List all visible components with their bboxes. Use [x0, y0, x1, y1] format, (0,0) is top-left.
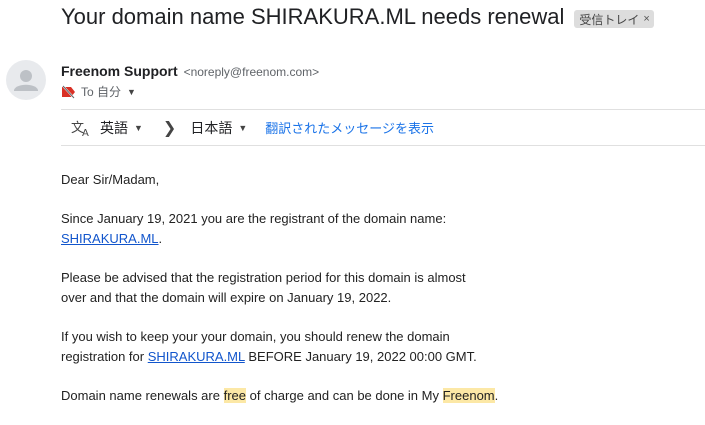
recipient-text: To 自分	[81, 85, 122, 99]
subject-row: Your domain name SHIRAKURA.ML needs rene…	[61, 4, 654, 30]
paragraph-renew: If you wish to keep your your domain, yo…	[61, 329, 477, 364]
show-details-dropdown-icon[interactable]: ▼	[127, 87, 136, 97]
source-language-label: 英語	[100, 119, 128, 136]
paragraph-registrant: Since January 19, 2021 you are the regis…	[61, 211, 447, 246]
remove-label-button[interactable]: ×	[643, 13, 649, 25]
svg-text:A: A	[82, 128, 89, 137]
chevron-right-icon: ❯	[162, 119, 177, 137]
sender-name[interactable]: Freenom Support	[61, 63, 178, 79]
email-subject: Your domain name SHIRAKURA.ML needs rene…	[61, 4, 565, 29]
paragraph-expiry: Please be advised that the registration …	[61, 270, 466, 305]
important-tag-icon[interactable]	[61, 84, 77, 99]
inbox-label-text: 受信トレイ	[579, 12, 640, 27]
translate-icon: 文 A	[70, 117, 92, 139]
translate-bar: 文 A 英語 ▼ ❯ 日本語 ▼ 翻訳されたメッセージを表示	[61, 109, 705, 146]
recipient-row: To 自分 ▼	[61, 83, 136, 100]
sender-email: <noreply@freenom.com>	[183, 65, 320, 79]
dropdown-icon: ▼	[238, 122, 248, 133]
person-avatar-icon	[14, 70, 38, 91]
email-body: Dear Sir/Madam, Since January 19, 2021 y…	[61, 170, 701, 425]
target-language-select[interactable]: 日本語 ▼	[190, 118, 247, 138]
source-language-select[interactable]: 英語 ▼	[100, 118, 143, 138]
target-language-label: 日本語	[190, 119, 233, 136]
highlighted-word: free	[223, 388, 246, 403]
sender-line: Freenom Support <noreply@freenom.com>	[61, 63, 319, 79]
inbox-label-chip[interactable]: 受信トレイ ×	[574, 10, 654, 28]
domain-link[interactable]: SHIRAKURA.ML	[61, 231, 159, 246]
domain-link[interactable]: SHIRAKURA.ML	[148, 349, 245, 364]
paragraph-renewal-cost: Domain name renewals are free of charge …	[61, 388, 499, 403]
dropdown-icon: ▼	[134, 122, 143, 133]
sender-avatar[interactable]	[6, 60, 46, 100]
highlighted-word: Freenom	[442, 388, 495, 403]
show-translation-link[interactable]: 翻訳されたメッセージを表示	[265, 118, 434, 137]
greeting: Dear Sir/Madam,	[61, 172, 160, 187]
